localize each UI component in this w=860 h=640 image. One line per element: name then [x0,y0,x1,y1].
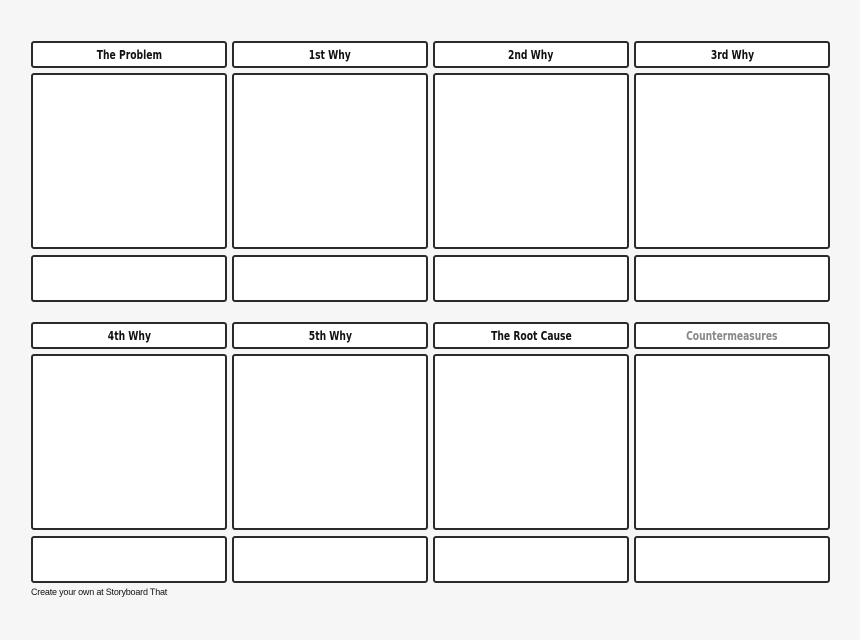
cell-caption-area[interactable] [634,536,830,583]
cell-title[interactable]: The Problem [31,41,227,68]
cell-title[interactable]: The Root Cause [433,322,629,349]
cell-caption-area[interactable] [433,255,629,302]
cell-image-area[interactable] [634,73,830,249]
cell-title-text: 5th Why [308,328,352,343]
cell-image-area[interactable] [433,354,629,530]
cell-image-area[interactable] [232,354,428,530]
cell-title-text: 4th Why [107,328,151,343]
cell-title-text: The Root Cause [490,328,572,343]
cell-caption-area[interactable] [634,255,830,302]
cell-caption-area[interactable] [232,255,428,302]
footer-credit[interactable]: Create your own at Storyboard That [31,587,167,597]
cell-image-area[interactable] [433,73,629,249]
cell-image-area[interactable] [31,354,227,530]
cell-title[interactable]: Countermeasures [634,322,830,349]
cell-image-area[interactable] [232,73,428,249]
cell-caption-area[interactable] [31,536,227,583]
cell-title[interactable]: 5th Why [232,322,428,349]
cell-title-text: 1st Why [308,47,352,62]
cell-title[interactable]: 2nd Why [433,41,629,68]
cell-title-text: The Problem [96,47,162,62]
cell-caption-area[interactable] [433,536,629,583]
cell-title-text: 3rd Why [710,47,754,62]
cell-title[interactable]: 3rd Why [634,41,830,68]
cell-title[interactable]: 1st Why [232,41,428,68]
cell-title[interactable]: 4th Why [31,322,227,349]
cell-image-area[interactable] [31,73,227,249]
cell-title-text: 2nd Why [508,47,554,62]
cell-caption-area[interactable] [232,536,428,583]
cell-title-text: Countermeasures [686,328,778,343]
cell-image-area[interactable] [634,354,830,530]
cell-caption-area[interactable] [31,255,227,302]
